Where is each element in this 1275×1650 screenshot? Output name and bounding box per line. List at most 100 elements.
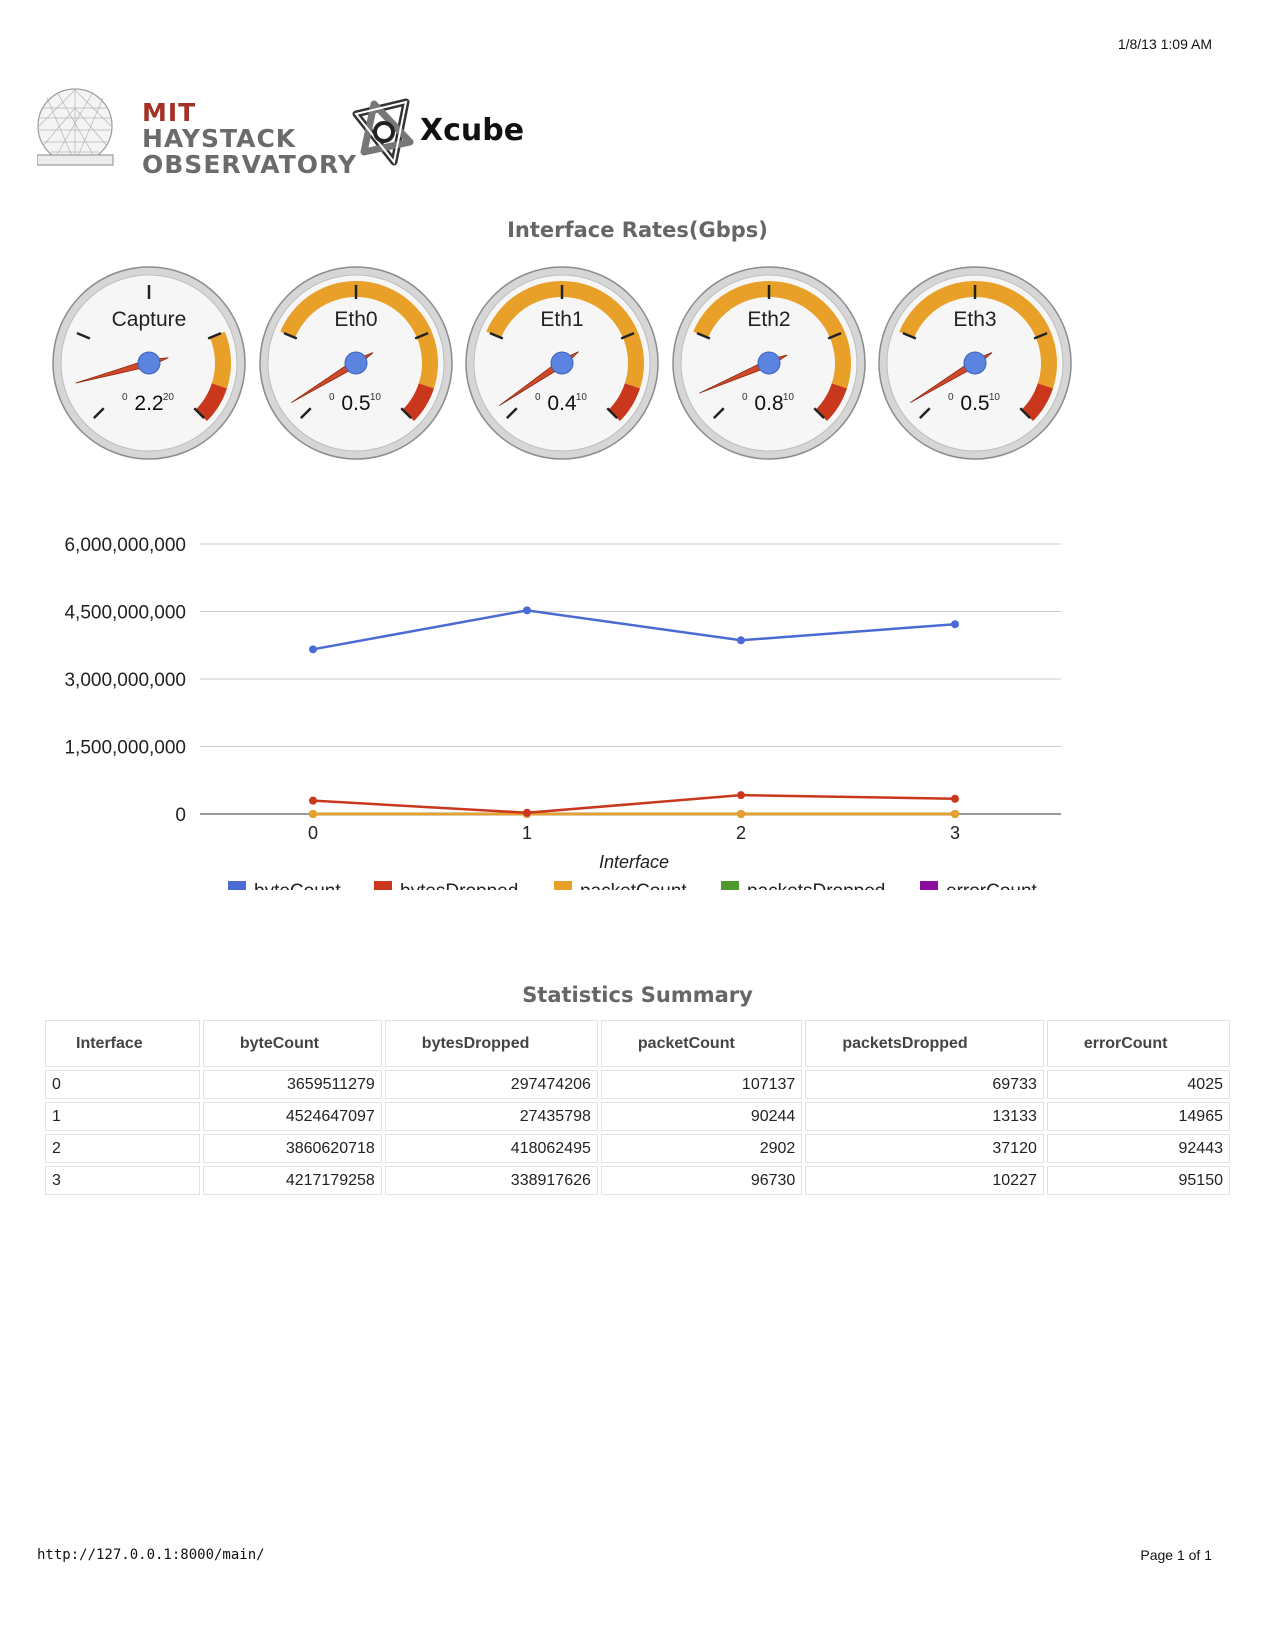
table-cell: 3659511279 — [202, 1070, 382, 1099]
table-cell: 14965 — [1046, 1102, 1230, 1131]
gauge-eth3: 0 10 Eth3 0.5 — [874, 262, 1076, 464]
data-point-bytesDropped — [523, 808, 531, 817]
col-errorcount-header[interactable]: errorCount — [1046, 1020, 1230, 1067]
table-cell: 1 — [45, 1102, 200, 1131]
col-packetsdropped-header[interactable]: packetsDropped — [805, 1020, 1044, 1067]
gauge-hub — [137, 351, 161, 375]
table-cell: 92443 — [1046, 1134, 1230, 1163]
x-tick-label: 2 — [736, 823, 746, 843]
table-cell: 95150 — [1046, 1166, 1230, 1195]
logo-line-mit: MIT — [142, 98, 197, 127]
data-point-bytesDropped — [737, 791, 745, 800]
gauge-min-label: 0 — [329, 392, 335, 403]
logo-line-observatory: OBSERVATORY — [142, 150, 357, 179]
table-row: 3 4217179258 338917626 96730 10227 95150 — [45, 1166, 1230, 1195]
legend-label-errorCount: errorCount — [946, 881, 1038, 890]
table-cell: 4025 — [1046, 1070, 1230, 1099]
legend-label-packetCount: packetCount — [580, 881, 687, 890]
table-cell: 2902 — [600, 1134, 803, 1163]
table-cell: 4524647097 — [202, 1102, 382, 1131]
y-tick-label: 3,000,000,000 — [64, 670, 186, 691]
table-cell: 4217179258 — [202, 1166, 382, 1195]
gauge-label: Eth3 — [953, 308, 996, 331]
gauge-hub — [550, 351, 574, 375]
legend-swatch-packetCount — [554, 881, 572, 890]
table-cell: 96730 — [600, 1166, 803, 1195]
gauge-value: 0.8 — [754, 392, 783, 415]
gauge-label: Eth0 — [334, 308, 377, 331]
table-cell: 69733 — [805, 1070, 1044, 1099]
table-cell: 3 — [45, 1166, 200, 1195]
gauge-min-label: 0 — [535, 392, 541, 403]
logo-line-haystack: HAYSTACK — [142, 124, 297, 153]
legend-swatch-packetsDropped — [721, 881, 739, 890]
y-tick-label: 0 — [175, 805, 186, 826]
legend-label-bytesDropped: bytesDropped — [400, 881, 518, 890]
gauge-eth1: 0 10 Eth1 0.4 — [461, 262, 663, 464]
x-axis-label: Interface — [599, 852, 669, 872]
data-point-bytesDropped — [309, 796, 317, 805]
table-cell: 297474206 — [384, 1070, 598, 1099]
print-datetime: 1/8/13 1:09 AM — [1117, 36, 1212, 52]
legend-swatch-byteCount — [228, 881, 246, 890]
print-footer-url: http://127.0.0.1:8000/main/ — [37, 1547, 265, 1563]
gauge-value: 0.5 — [960, 392, 989, 415]
data-point-packetCount — [737, 809, 745, 818]
legend-label-packetsDropped: packetsDropped — [747, 881, 885, 890]
gauge-min-label: 0 — [948, 392, 954, 403]
col-bytecount-header[interactable]: byteCount — [202, 1020, 382, 1067]
legend-swatch-errorCount — [920, 881, 938, 890]
col-packetcount-header[interactable]: packetCount — [600, 1020, 803, 1067]
y-tick-label: 6,000,000,000 — [64, 535, 186, 556]
data-point-byteCount — [523, 606, 531, 615]
data-point-byteCount — [951, 620, 959, 629]
data-point-byteCount — [309, 645, 317, 654]
gauge-eth2: 0 10 Eth2 0.8 — [668, 262, 870, 464]
series-line-byteCount — [312, 609, 956, 651]
interface-line-chart: 0 1,500,000,000 3,000,000,000 4,500,000,000… — [64, 535, 1061, 890]
table-cell: 10227 — [805, 1166, 1044, 1195]
table-cell: 90244 — [600, 1102, 803, 1131]
col-bytesdropped-header[interactable]: bytesDropped — [384, 1020, 598, 1067]
data-point-byteCount — [737, 636, 745, 645]
table-cell: 37120 — [805, 1134, 1044, 1163]
gauge-eth0: 0 10 Eth0 0.5 — [255, 262, 457, 464]
table-row: 0 3659511279 297474206 107137 69733 4025 — [45, 1070, 1230, 1099]
legend-label-byteCount: byteCount — [254, 881, 341, 890]
table-cell: 2 — [45, 1134, 200, 1163]
gauge-hub — [757, 351, 781, 375]
gauge-hub — [963, 351, 987, 375]
table-cell: 3860620718 — [202, 1134, 382, 1163]
gauge-min-label: 0 — [122, 392, 128, 403]
gauge-max-label: 10 — [783, 392, 795, 403]
y-tick-label: 1,500,000,000 — [64, 738, 186, 759]
gauge-value: 2.2 — [134, 392, 163, 415]
table-cell: 0 — [45, 1070, 200, 1099]
gauge-value: 0.5 — [341, 392, 370, 415]
print-footer-page: Page 1 of 1 — [1140, 1547, 1212, 1563]
gauge-label: Eth1 — [540, 308, 583, 331]
gauge-min-label: 0 — [742, 392, 748, 403]
table-row: 2 3860620718 418062495 2902 37120 92443 — [45, 1134, 1230, 1163]
x-tick-label: 3 — [950, 823, 960, 843]
data-point-packetCount — [309, 809, 317, 818]
gauge-max-label: 10 — [576, 392, 588, 403]
data-point-bytesDropped — [951, 794, 959, 803]
series-line-bytesDropped — [312, 793, 956, 815]
legend-swatch-bytesDropped — [374, 881, 392, 890]
table-cell: 27435798 — [384, 1102, 598, 1131]
col-interface-header[interactable]: Interface — [45, 1020, 200, 1067]
statistics-table: Interface byteCount bytesDropped packetC… — [42, 1017, 1233, 1198]
table-cell: 418062495 — [384, 1134, 598, 1163]
y-tick-label: 4,500,000,000 — [64, 603, 186, 624]
gauge-max-label: 10 — [989, 392, 1001, 403]
gauge-capture: 0 20 Capture 2.2 — [48, 262, 250, 464]
table-row: 1 4524647097 27435798 90244 13133 14965 — [45, 1102, 1230, 1131]
radome-icon — [36, 88, 114, 166]
table-cell: 338917626 — [384, 1166, 598, 1195]
table-header-row: Interface byteCount bytesDropped packetC… — [45, 1020, 1230, 1067]
gauge-label: Capture — [112, 308, 187, 331]
gauges-title: Interface Rates(Gbps) — [507, 218, 768, 242]
xcube-logo-text: Xcube — [420, 113, 525, 148]
data-point-packetCount — [951, 809, 959, 818]
